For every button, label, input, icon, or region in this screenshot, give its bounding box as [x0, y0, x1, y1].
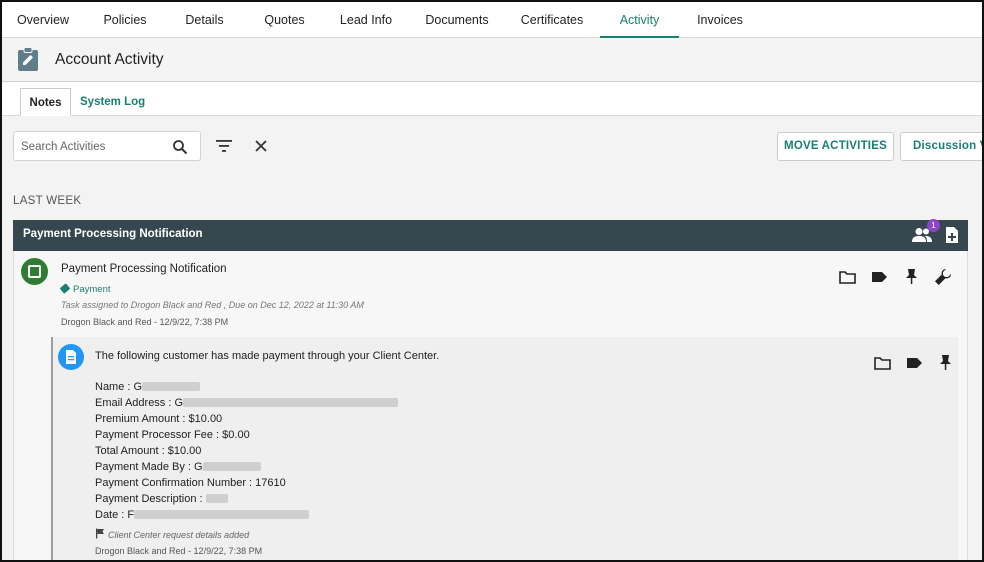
field-date: Date : F [95, 509, 310, 521]
folder-icon[interactable] [839, 270, 856, 284]
activity-card-body: Payment Processing Notification Payment … [13, 251, 968, 560]
note-pin-icon[interactable] [939, 354, 952, 371]
flag-icon [96, 528, 104, 539]
note-type-icon [58, 344, 84, 370]
note-meta: Drogon Black and Red - 12/9/22, 7:38 PM [95, 546, 263, 556]
page-title: Account Activity [55, 51, 164, 68]
field-premium: Premium Amount : $10.00 [95, 413, 223, 425]
task-title: Payment Processing Notification [61, 263, 227, 275]
note-folder-icon[interactable] [874, 356, 891, 370]
top-nav: Overview Policies Details Quotes Lead In… [2, 2, 982, 38]
tab-activity[interactable]: Activity [600, 2, 679, 38]
note-heading: The following customer has made payment … [95, 350, 440, 362]
tab-policies[interactable]: Policies [94, 2, 156, 38]
app-frame: Overview Policies Details Quotes Lead In… [0, 0, 984, 562]
move-activities-button[interactable]: MOVE ACTIVITIES [777, 132, 894, 161]
document-icon [66, 350, 76, 364]
wrench-icon[interactable] [934, 268, 952, 286]
search-box [13, 131, 201, 161]
participants-badge: 1 [927, 219, 940, 232]
field-email: Email Address : G [95, 397, 399, 409]
discussion-view-button[interactable]: Discussion View [900, 132, 982, 161]
sub-tabs: Notes System Log [2, 82, 982, 116]
field-processor-fee: Payment Processor Fee : $0.00 [95, 429, 250, 441]
task-assignment: Task assigned to Drogon Black and Red , … [61, 300, 364, 310]
field-name: Name : G [95, 381, 201, 393]
tab-system-log[interactable]: System Log [80, 88, 145, 116]
task-status-icon[interactable] [21, 258, 48, 285]
field-description: Payment Description : [95, 493, 228, 505]
clipboard-edit-icon [18, 47, 38, 71]
page-header: Account Activity [2, 38, 982, 82]
label-icon[interactable] [871, 271, 888, 283]
client-center-flag: Client Center request details added [95, 528, 249, 540]
tab-certificates[interactable]: Certificates [516, 2, 588, 38]
tab-lead-info[interactable]: Lead Info [335, 2, 397, 38]
tab-details[interactable]: Details [177, 2, 232, 38]
card-title: Payment Processing Notification [23, 228, 203, 240]
tab-invoices[interactable]: Invoices [690, 2, 750, 38]
payment-tag[interactable]: Payment [59, 283, 111, 295]
tab-documents[interactable]: Documents [420, 2, 494, 38]
filter-icon[interactable] [215, 139, 233, 153]
note-entry: The following customer has made payment … [51, 337, 958, 560]
add-note-icon[interactable] [945, 226, 959, 244]
tab-notes[interactable]: Notes [20, 88, 71, 116]
tag-label: Payment [73, 284, 111, 295]
section-label: LAST WEEK [13, 195, 82, 207]
activity-card-header: Payment Processing Notification 1 [13, 219, 968, 251]
pin-icon[interactable] [905, 268, 918, 285]
note-label-icon[interactable] [906, 357, 923, 369]
tag-icon [59, 283, 71, 294]
field-total: Total Amount : $10.00 [95, 445, 202, 457]
field-made-by: Payment Made By : G [95, 461, 261, 473]
tab-quotes[interactable]: Quotes [257, 2, 312, 38]
clear-icon[interactable] [254, 139, 268, 153]
search-icon[interactable] [172, 139, 188, 155]
task-meta: Drogon Black and Red - 12/9/22, 7:38 PM [61, 317, 229, 327]
field-confirmation: Payment Confirmation Number : 17610 [95, 477, 286, 489]
tab-overview[interactable]: Overview [10, 2, 76, 38]
search-input[interactable] [21, 138, 161, 156]
